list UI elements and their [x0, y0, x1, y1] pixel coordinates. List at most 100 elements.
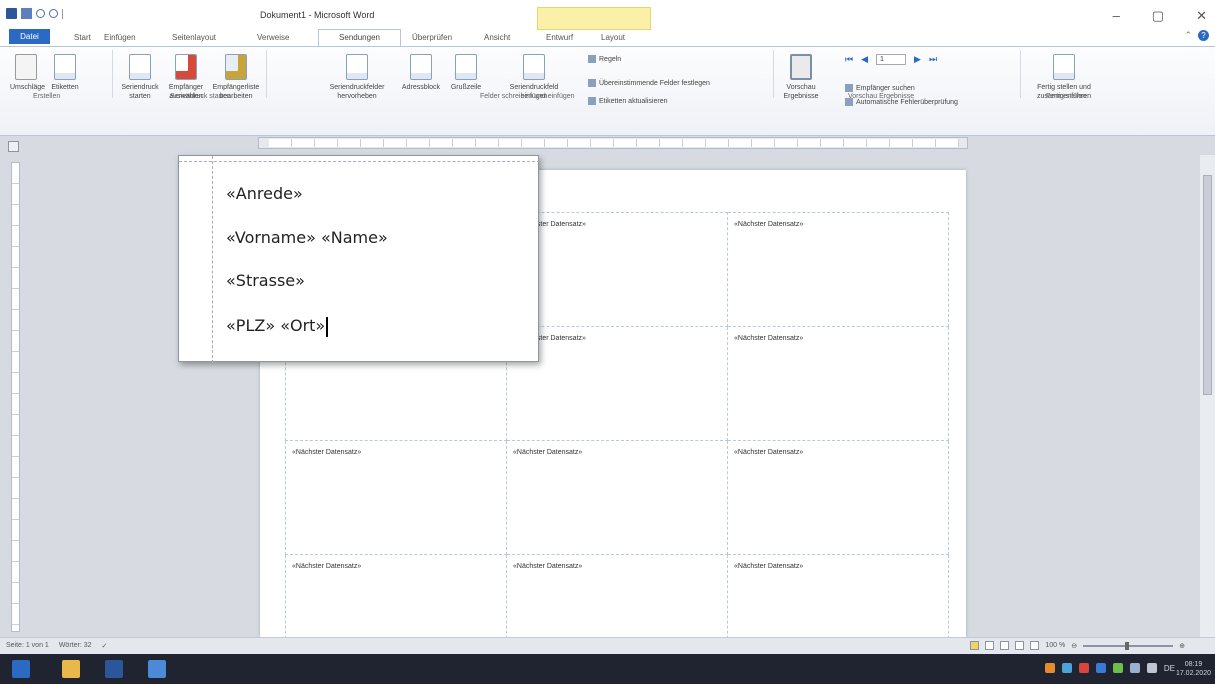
clock[interactable]: 08:19 17.02.2020 [1176, 660, 1211, 678]
greeting-line-icon [455, 54, 477, 80]
merge-field-vorname-name: «Vorname» «Name» [226, 228, 388, 247]
group-fields-label: Felder schreiben und einfügen [480, 93, 575, 100]
tray-app-icon[interactable] [1095, 663, 1106, 673]
highlight-fields-button[interactable]: Seriendruckfelder hervorheben [318, 54, 396, 101]
previous-record-icon[interactable]: ◀ [861, 54, 868, 65]
zoom-level[interactable]: 100 % [1045, 642, 1065, 649]
scrollbar-thumb[interactable] [1203, 175, 1212, 395]
merge-field-plz-ort: «PLZ» «Ort» [226, 316, 326, 335]
tab-review[interactable]: Überprüfen [412, 33, 452, 42]
magnified-label-view: «Anrede» «Vorname» «Name» «Strasse» «PLZ… [178, 155, 540, 363]
merge-field-anrede: «Anrede» [226, 184, 303, 203]
qat-customize-icon[interactable] [62, 8, 63, 19]
envelopes-button[interactable]: Umschläge [10, 54, 45, 92]
proofing-icon[interactable]: ✓ [102, 642, 108, 650]
tab-view[interactable]: Ansicht [484, 33, 510, 42]
label-cell[interactable]: «Nächster Datensatz» [506, 440, 728, 555]
match-fields-icon [588, 79, 596, 87]
quick-access-toolbar [6, 8, 63, 19]
word-count[interactable]: Wörter: 32 [59, 642, 92, 650]
record-number-input[interactable]: 1 [876, 54, 907, 65]
recipients-icon [175, 54, 197, 80]
label-cell[interactable]: «Nächster Datensatz» [727, 440, 949, 555]
last-record-icon[interactable]: ⏭ [929, 54, 937, 65]
zoom-out-icon[interactable]: ⊖ [1071, 642, 1077, 650]
table-tools-context-tab [537, 7, 651, 30]
redo-icon[interactable] [49, 9, 58, 18]
close-button[interactable]: ✕ [1196, 8, 1207, 24]
envelope-icon [15, 54, 37, 80]
zoom-in-icon[interactable]: ⊕ [1179, 642, 1185, 650]
outline-view-icon[interactable] [1015, 641, 1025, 650]
group-start-label: Seriendruck starten [170, 93, 231, 100]
horizontal-ruler[interactable] [258, 137, 968, 149]
file-explorer-icon[interactable] [62, 660, 80, 678]
restore-button[interactable]: ▢ [1152, 8, 1164, 24]
label-cell[interactable]: «Nächster Datensatz» [727, 326, 949, 441]
page-count[interactable]: Seite: 1 von 1 [6, 642, 49, 650]
minimize-button[interactable]: – [1113, 8, 1120, 24]
tray-app-icon[interactable] [1078, 663, 1089, 673]
system-tray: DE [1044, 663, 1175, 673]
merge-field-strasse: «Strasse» [226, 271, 305, 290]
first-record-icon[interactable]: ⏮ [845, 54, 853, 65]
highlight-icon [346, 54, 368, 80]
network-icon[interactable] [1129, 663, 1140, 673]
preview-results-button[interactable]: Vorschau Ergebnisse [776, 54, 826, 101]
finish-merge-icon [1053, 54, 1075, 80]
ribbon-collapse-icon[interactable]: ⌃ [1184, 30, 1192, 41]
taskbar: DE 08:19 17.02.2020 [0, 654, 1215, 684]
tab-insert[interactable]: Einfügen [104, 33, 136, 42]
tray-app-icon[interactable] [1061, 663, 1072, 673]
group-separator [112, 50, 113, 98]
group-separator [773, 50, 774, 98]
tab-mailings[interactable]: Sendungen [318, 29, 401, 46]
update-labels-button[interactable]: Etiketten aktualisieren [588, 97, 667, 105]
draft-view-icon[interactable] [1030, 641, 1040, 650]
cell-guide-line [179, 161, 540, 162]
window-title: Dokument1 - Microsoft Word [260, 10, 375, 20]
save-icon[interactable] [21, 8, 32, 19]
help-icon[interactable]: ? [1198, 30, 1209, 41]
tab-page-layout[interactable]: Seitenlayout [172, 33, 216, 42]
tab-selector[interactable] [8, 141, 19, 152]
find-recipient-button[interactable]: Empfänger suchen [845, 84, 915, 92]
next-record-icon[interactable]: ▶ [914, 54, 921, 65]
tab-file[interactable]: Datei [9, 29, 50, 44]
text-cursor [326, 316, 329, 337]
tab-home[interactable]: Start [74, 33, 91, 42]
match-fields-button[interactable]: Übereinstimmende Felder festlegen [588, 79, 710, 87]
tab-design[interactable]: Entwurf [546, 33, 573, 42]
label-cell[interactable]: hster Datensatz» [506, 212, 728, 327]
zoom-slider[interactable] [1083, 641, 1174, 650]
label-cell[interactable]: «Nächster Datensatz» [285, 440, 507, 555]
labels-button[interactable]: Etiketten [48, 54, 82, 92]
undo-icon[interactable] [36, 9, 45, 18]
address-block-button[interactable]: Adressblock [398, 54, 444, 92]
word-taskbar-icon[interactable] [105, 660, 123, 678]
start-mail-merge-button[interactable]: Seriendruck starten [118, 54, 162, 101]
cell-guide-line [212, 156, 213, 363]
volume-icon[interactable] [1146, 663, 1157, 673]
label-cell[interactable]: «Nächster Datensatz» [727, 212, 949, 327]
vertical-ruler[interactable] [11, 162, 20, 632]
window-controls: – ▢ ✕ [1113, 8, 1207, 24]
web-layout-view-icon[interactable] [1000, 641, 1010, 650]
tab-references[interactable]: Verweise [257, 33, 289, 42]
rules-button[interactable]: Regeln [588, 55, 621, 63]
print-layout-view-icon[interactable] [970, 641, 980, 650]
desktop-app-icon[interactable] [148, 660, 166, 678]
word-app-icon[interactable] [6, 8, 17, 19]
greeting-line-button[interactable]: Grußzeile [446, 54, 486, 92]
tray-app-icon[interactable] [1044, 663, 1055, 673]
merge-field-icon [523, 54, 545, 80]
full-screen-view-icon[interactable] [985, 641, 995, 650]
preview-icon [790, 54, 812, 80]
vertical-scrollbar[interactable] [1200, 155, 1215, 637]
help-area: ⌃ ? [1184, 30, 1209, 41]
input-language[interactable]: DE [1164, 664, 1175, 673]
tray-app-icon[interactable] [1112, 663, 1123, 673]
label-cell[interactable]: hster Datensatz» [506, 326, 728, 441]
tab-layout[interactable]: Layout [601, 33, 625, 42]
start-icon[interactable] [12, 660, 30, 678]
